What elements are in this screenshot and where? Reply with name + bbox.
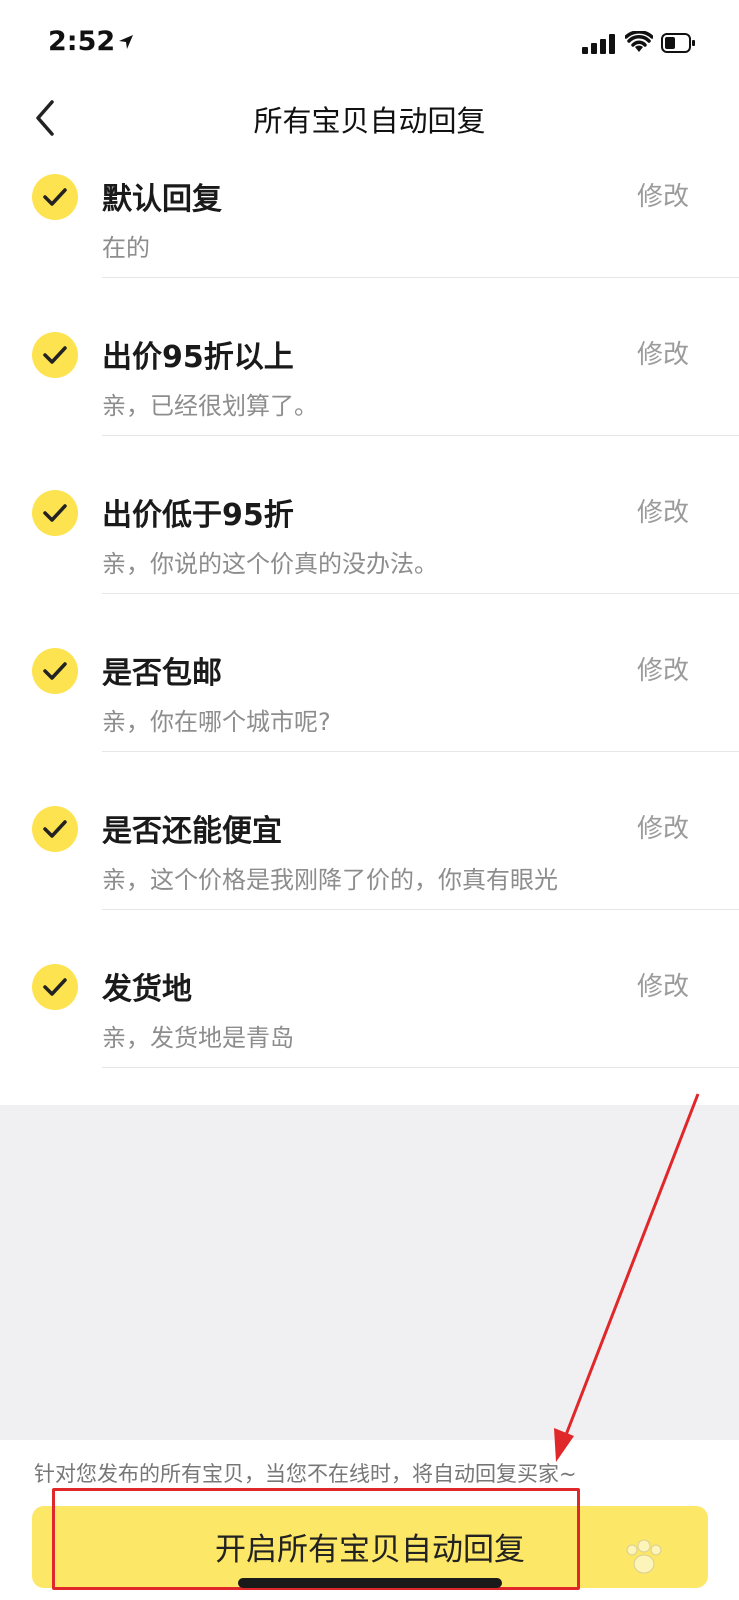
checkmark-icon[interactable] — [32, 490, 78, 536]
reply-title: 出价低于95折 — [102, 498, 294, 533]
page-title: 所有宝贝自动回复 — [253, 104, 486, 138]
list-item[interactable]: 默认回复 在的 修改 — [0, 160, 739, 318]
edit-button[interactable]: 修改 — [637, 650, 689, 687]
annotation-highlight-box — [52, 1488, 580, 1590]
auto-reply-list: 默认回复 在的 修改 出价95折以上 亲，已经很划算了。 修改 出价低于95折 … — [0, 160, 739, 1108]
edit-button[interactable]: 修改 — [637, 176, 689, 213]
edit-button[interactable]: 修改 — [637, 966, 689, 1003]
home-indicator — [238, 1578, 502, 1588]
reply-text: 亲，你说的这个价真的没办法。 — [102, 550, 438, 578]
status-time: 2:52 — [48, 26, 116, 57]
cellular-signal-icon — [582, 34, 615, 54]
divider — [102, 435, 739, 436]
edit-button[interactable]: 修改 — [637, 334, 689, 371]
list-item[interactable]: 是否还能便宜 亲，这个价格是我刚降了价的，你真有眼光 修改 — [0, 792, 739, 950]
list-item[interactable]: 出价95折以上 亲，已经很划算了。 修改 — [0, 318, 739, 476]
battery-icon — [661, 33, 695, 53]
reply-title: 出价95折以上 — [102, 340, 294, 375]
list-item[interactable]: 发货地 亲，发货地是青岛 修改 — [0, 950, 739, 1108]
reply-text: 亲，已经很划算了。 — [102, 392, 318, 420]
reply-text: 在的 — [102, 234, 150, 262]
reply-text: 亲，发货地是青岛 — [102, 1024, 294, 1052]
reply-text: 亲，你在哪个城市呢? — [102, 708, 331, 736]
checkmark-icon[interactable] — [32, 174, 78, 220]
wifi-icon — [625, 31, 653, 52]
baidu-watermark-icon — [626, 1539, 662, 1574]
reply-title: 是否包邮 — [102, 656, 222, 691]
list-item[interactable]: 出价低于95折 亲，你说的这个价真的没办法。 修改 — [0, 476, 739, 634]
edit-button[interactable]: 修改 — [637, 492, 689, 529]
location-arrow-icon — [119, 35, 133, 49]
checkmark-icon[interactable] — [32, 806, 78, 852]
reply-title: 默认回复 — [102, 182, 222, 217]
reply-text: 亲，这个价格是我刚降了价的，你真有眼光 — [102, 866, 558, 894]
list-item[interactable]: 是否包邮 亲，你在哪个城市呢? 修改 — [0, 634, 739, 792]
navigation-bar: 所有宝贝自动回复 — [0, 88, 739, 150]
divider — [102, 909, 739, 910]
footer-note: 针对您发布的所有宝贝，当您不在线时，将自动回复买家~ — [34, 1462, 577, 1486]
divider — [102, 751, 739, 752]
reply-title: 发货地 — [102, 972, 192, 1007]
divider — [102, 277, 739, 278]
reply-title: 是否还能便宜 — [102, 814, 282, 849]
edit-button[interactable]: 修改 — [637, 808, 689, 845]
empty-area — [0, 1105, 739, 1440]
divider — [102, 1067, 739, 1068]
checkmark-icon[interactable] — [32, 648, 78, 694]
checkmark-icon[interactable] — [32, 964, 78, 1010]
divider — [102, 593, 739, 594]
status-bar: 2:52 — [0, 0, 739, 88]
checkmark-icon[interactable] — [32, 332, 78, 378]
